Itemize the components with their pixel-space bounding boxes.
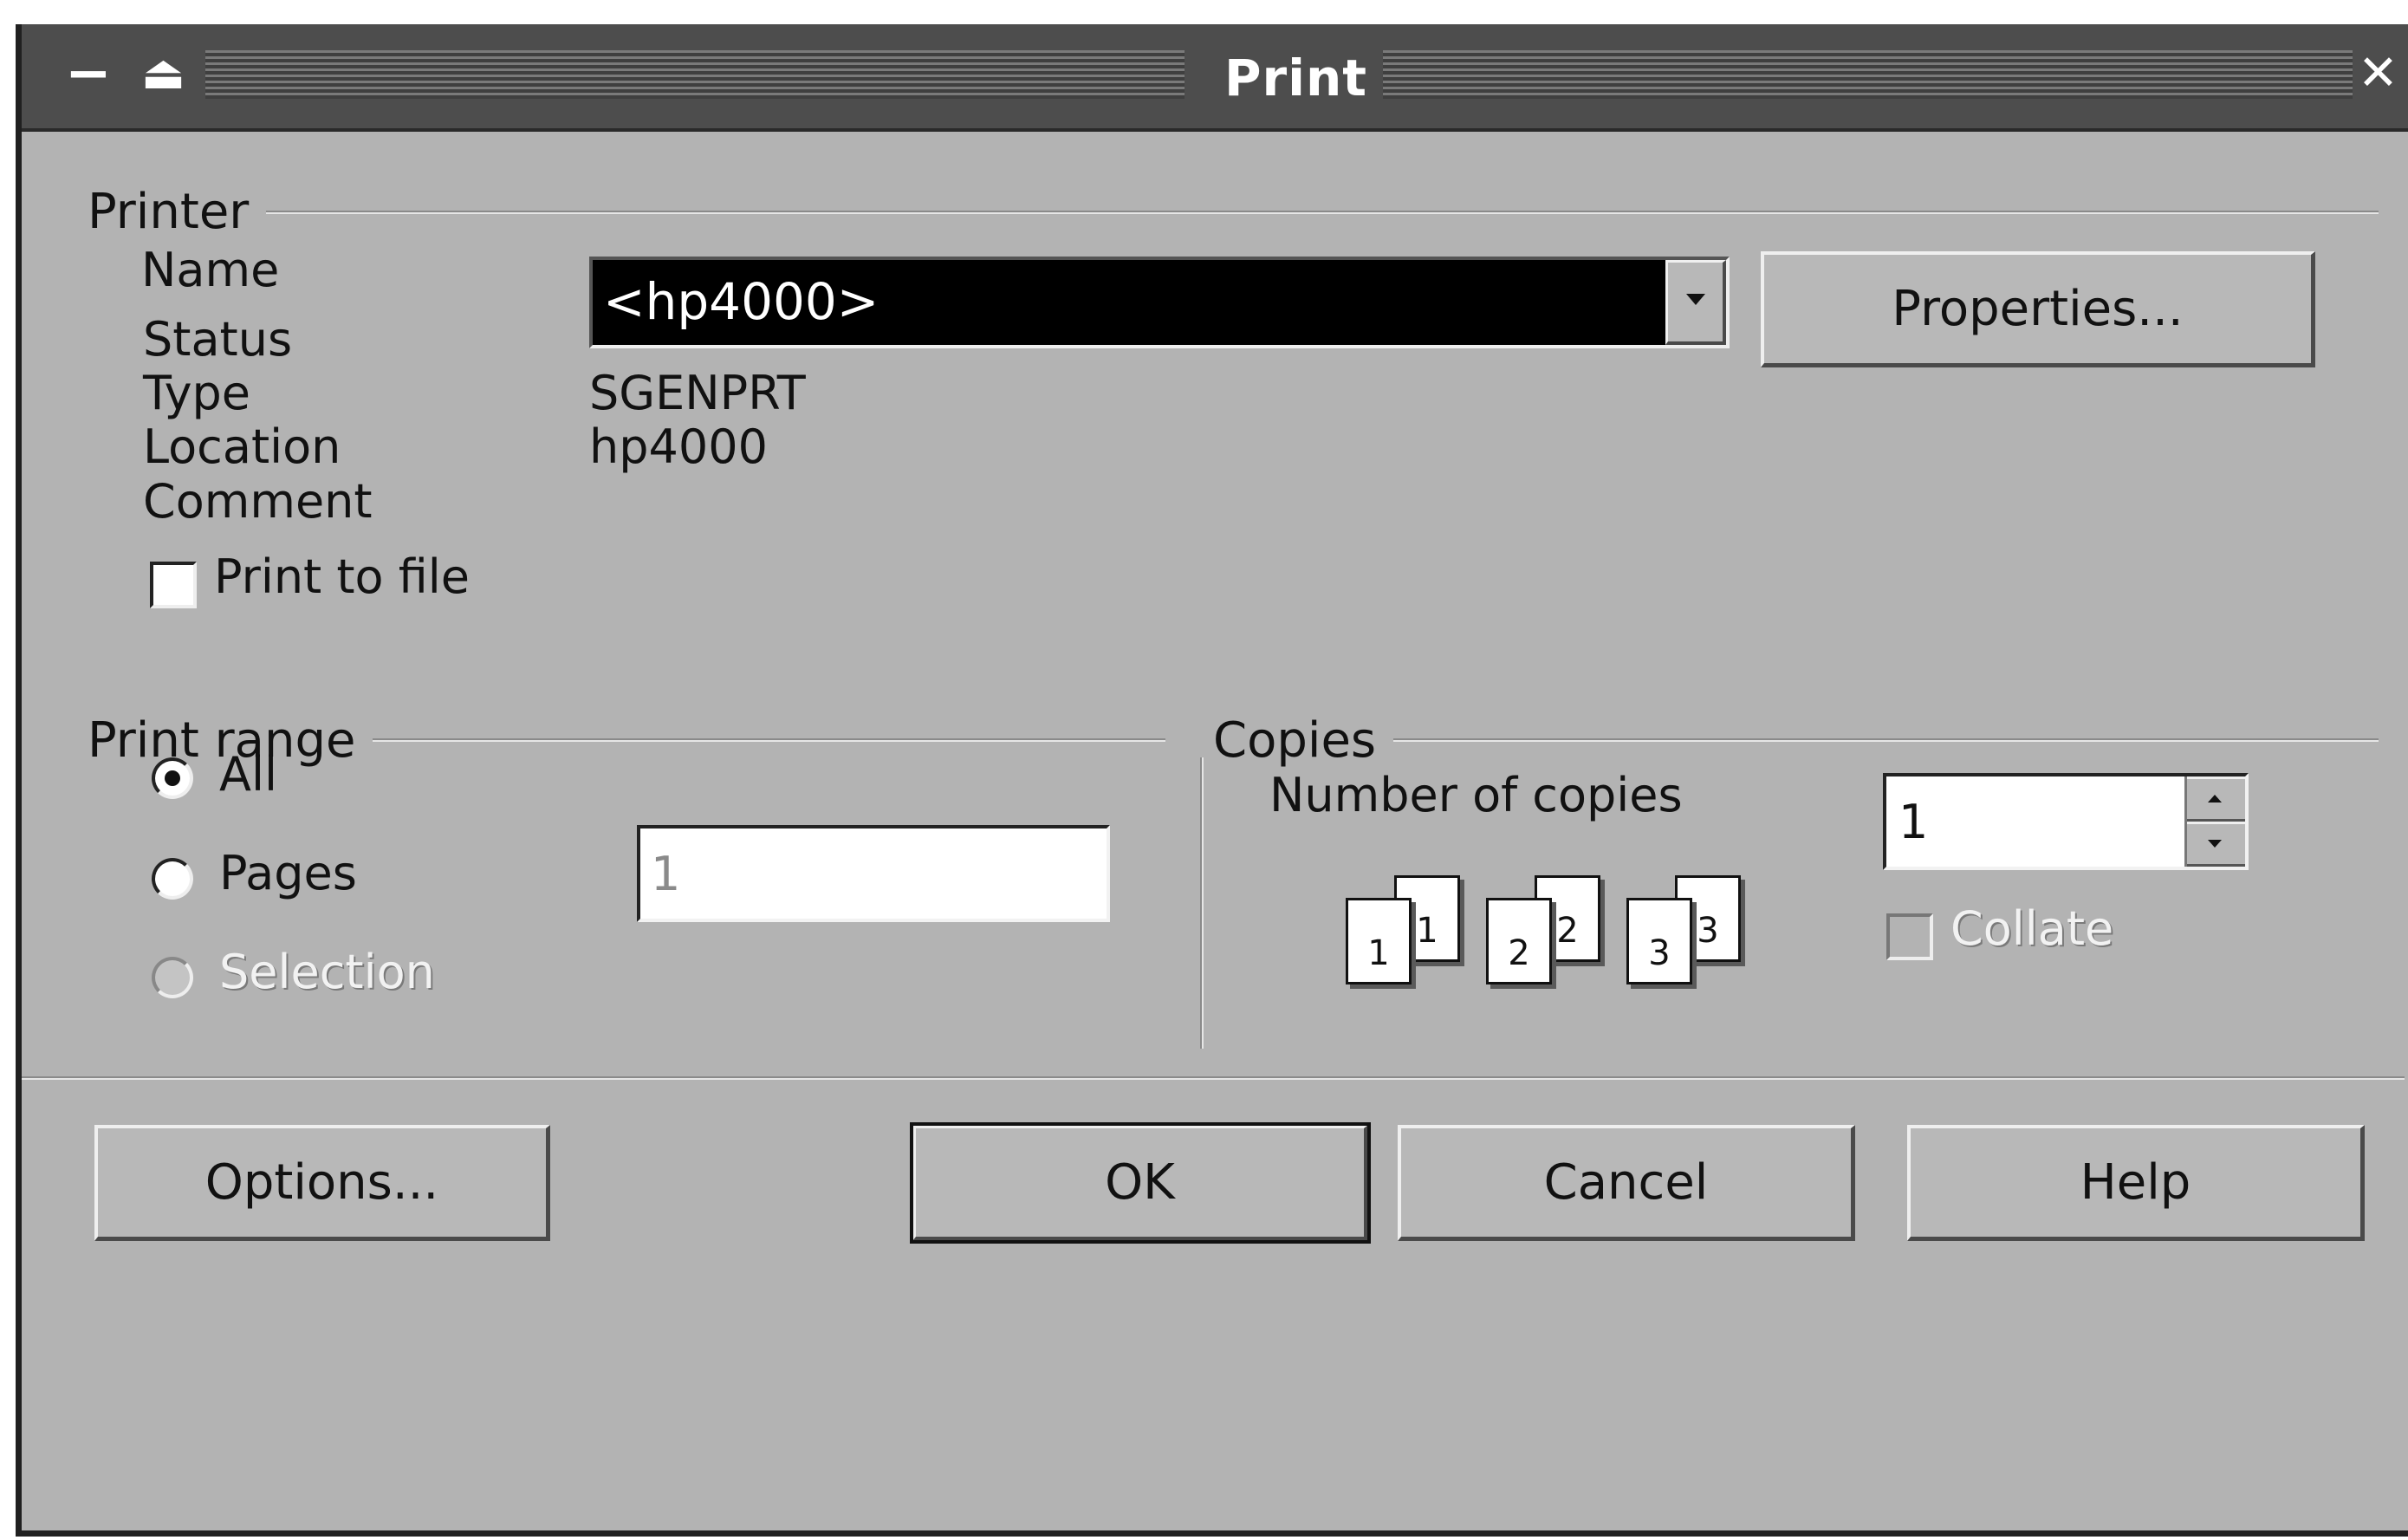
options-button[interactable]: Options...: [94, 1125, 550, 1241]
print-dialog: − ⏏ Print ✕ Printer Name <hp4000> Proper…: [16, 24, 2408, 1537]
ok-button[interactable]: OK: [910, 1122, 1371, 1244]
location-value: hp4000: [589, 419, 768, 474]
location-label: Location: [143, 419, 341, 474]
radio-selection[interactable]: [152, 957, 193, 998]
radio-all-label[interactable]: All: [219, 747, 277, 802]
minimize-icon[interactable]: −: [65, 42, 112, 106]
collate-page-1-front: 1: [1346, 898, 1412, 984]
pages-input[interactable]: 1: [637, 825, 1110, 922]
printer-name-value: <hp4000>: [603, 272, 879, 331]
range-copies-divider: [1200, 757, 1204, 1049]
spin-down-icon[interactable]: [2187, 822, 2245, 867]
type-label: Type: [143, 366, 251, 420]
status-label: Status: [143, 312, 293, 367]
collate-page-3-front: 3: [1626, 898, 1692, 984]
collate-checkbox[interactable]: [1886, 913, 1933, 960]
radio-all[interactable]: [152, 757, 193, 799]
radio-selection-label[interactable]: Selection: [219, 945, 435, 999]
properties-button[interactable]: Properties...: [1761, 251, 2315, 367]
radio-pages-label[interactable]: Pages: [219, 846, 357, 900]
print-to-file-label[interactable]: Print to file: [214, 549, 470, 604]
printer-group-title: Printer: [88, 184, 267, 240]
collate-page-2-front: 2: [1486, 898, 1552, 984]
shade-icon[interactable]: ⏏: [141, 45, 185, 100]
spin-up-icon[interactable]: [2187, 776, 2245, 822]
copies-spin[interactable]: [2184, 776, 2245, 867]
close-icon[interactable]: ✕: [2358, 45, 2398, 101]
title-bar[interactable]: − ⏏ Print ✕: [22, 24, 2408, 132]
copies-spinbox[interactable]: 1: [1883, 773, 2249, 870]
type-value: SGENPRT: [589, 366, 806, 420]
dropdown-arrow-icon[interactable]: [1665, 260, 1726, 345]
dialog-content: Printer Name <hp4000> Properties... Stat…: [22, 132, 2408, 1530]
help-button[interactable]: Help: [1907, 1125, 2365, 1241]
print-to-file-checkbox[interactable]: [150, 562, 197, 608]
number-of-copies-label: Number of copies: [1269, 768, 1683, 822]
name-label: Name: [141, 243, 279, 297]
comment-label: Comment: [143, 474, 373, 529]
window-title: Print: [1209, 49, 1384, 107]
printer-group-line: [100, 211, 2379, 214]
title-grip-right: [1373, 50, 2353, 99]
copies-value: 1: [1898, 794, 1929, 849]
printer-name-combo[interactable]: <hp4000>: [589, 257, 1730, 348]
radio-pages[interactable]: [152, 858, 193, 900]
copies-group-title: Copies: [1213, 712, 1394, 769]
collate-label[interactable]: Collate: [1950, 901, 2113, 956]
title-grip-left: [205, 50, 1185, 99]
cancel-button[interactable]: Cancel: [1398, 1125, 1855, 1241]
button-area-separator: [22, 1076, 2405, 1080]
name-label-text: Name: [141, 243, 280, 297]
